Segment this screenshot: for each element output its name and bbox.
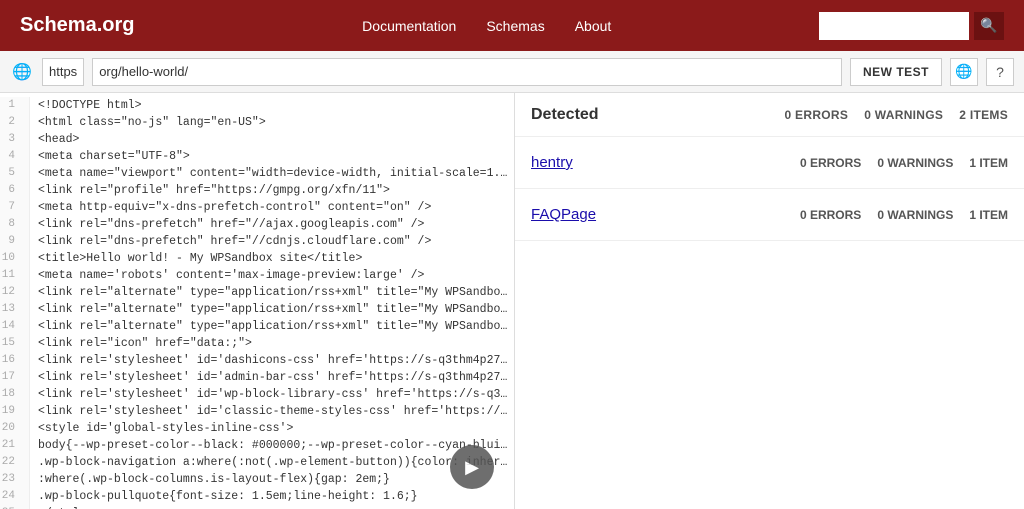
code-line: <style id='global-styles-inline-css'> <box>38 420 514 437</box>
total-items-stat: 2 ITEMS <box>959 108 1008 122</box>
code-line: <title>Hello world! - My WPSandbox site<… <box>38 250 514 267</box>
results-panel: Detected 0 ERRORS 0 WARNINGS 2 ITEMS hen… <box>515 93 1024 509</box>
code-line: <link rel="icon" href="data:;"> <box>38 335 514 352</box>
code-line: <!DOCTYPE html> <box>38 97 514 114</box>
code-line: <head> <box>38 131 514 148</box>
code-line: <meta charset="UTF-8"> <box>38 148 514 165</box>
code-line: .wp-block-pullquote{font-size: 1.5em;lin… <box>38 488 514 505</box>
code-line: </style> <box>38 505 514 509</box>
result-warnings: 0 WARNINGS <box>877 156 953 170</box>
site-logo[interactable]: Schema.org <box>20 14 134 37</box>
result-item-name[interactable]: hentry <box>531 154 784 171</box>
code-line: <link rel="alternate" type="application/… <box>38 318 514 335</box>
new-test-button[interactable]: NEW TEST <box>850 58 942 86</box>
url-bar: 🌐 https org/hello-world/ NEW TEST 🌐 ? <box>0 51 1024 93</box>
globe-icon: 🌐 <box>10 62 34 82</box>
result-errors: 0 ERRORS <box>800 156 861 170</box>
nav-about[interactable]: About <box>575 18 612 34</box>
code-line: <link rel='stylesheet' id='admin-bar-css… <box>38 369 514 386</box>
code-line: :where(.wp-block-columns.is-layout-flex)… <box>38 471 514 488</box>
result-warnings: 0 WARNINGS <box>877 208 953 222</box>
url-path-text: org/hello-world/ <box>99 64 188 79</box>
url-scheme[interactable]: https <box>42 58 84 86</box>
search-area: 🔍 <box>819 12 1004 40</box>
result-item-name[interactable]: FAQPage <box>531 206 784 223</box>
code-line: <meta http-equiv="x-dns-prefetch-control… <box>38 199 514 216</box>
code-line: <html class="no-js" lang="en-US"> <box>38 114 514 131</box>
nav-schemas[interactable]: Schemas <box>486 18 544 34</box>
result-errors: 0 ERRORS <box>800 208 861 222</box>
search-input[interactable] <box>819 12 969 40</box>
language-icon-button[interactable]: 🌐 <box>950 58 978 86</box>
search-button[interactable]: 🔍 <box>974 12 1004 40</box>
code-panel: 1 2 3 4 5 6 7 8 9 10 11 12 13 14 15 16 1… <box>0 93 515 509</box>
results-header: Detected 0 ERRORS 0 WARNINGS 2 ITEMS <box>515 93 1024 137</box>
help-icon-button[interactable]: ? <box>986 58 1014 86</box>
code-line: <link rel='stylesheet' id='dashicons-css… <box>38 352 514 369</box>
nav-documentation[interactable]: Documentation <box>362 18 456 34</box>
code-line: <link rel='stylesheet' id='wp-block-libr… <box>38 386 514 403</box>
result-item-faqpage[interactable]: FAQPage 0 ERRORS 0 WARNINGS 1 ITEM <box>515 189 1024 241</box>
play-button[interactable]: ▶ <box>450 445 494 489</box>
code-line: <link rel="alternate" type="application/… <box>38 301 514 318</box>
code-line: <link rel="profile" href="https://gmpg.o… <box>38 182 514 199</box>
code-line: <meta name='robots' content='max-image-p… <box>38 267 514 284</box>
line-numbers: 1 2 3 4 5 6 7 8 9 10 11 12 13 14 15 16 1… <box>0 97 30 509</box>
detected-label: Detected <box>531 106 768 124</box>
total-warnings-stat: 0 WARNINGS <box>864 108 943 122</box>
code-line: <link rel="alternate" type="application/… <box>38 284 514 301</box>
result-item-hentry[interactable]: hentry 0 ERRORS 0 WARNINGS 1 ITEM <box>515 137 1024 189</box>
main-content: 1 2 3 4 5 6 7 8 9 10 11 12 13 14 15 16 1… <box>0 93 1024 509</box>
code-line: <link rel="dns-prefetch" href="//cdnjs.c… <box>38 233 514 250</box>
code-line: .wp-block-navigation a:where(:not(.wp-el… <box>38 454 514 471</box>
code-content: <!DOCTYPE html> <html class="no-js" lang… <box>30 97 514 509</box>
code-line: <link rel="dns-prefetch" href="//ajax.go… <box>38 216 514 233</box>
top-navigation: Schema.org Documentation Schemas About 🔍 <box>0 0 1024 51</box>
code-line: <link rel='stylesheet' id='classic-theme… <box>38 403 514 420</box>
nav-links: Documentation Schemas About <box>184 18 789 34</box>
code-view: 1 2 3 4 5 6 7 8 9 10 11 12 13 14 15 16 1… <box>0 93 514 509</box>
result-items: 1 ITEM <box>969 156 1008 170</box>
url-path[interactable]: org/hello-world/ <box>92 58 842 86</box>
result-items: 1 ITEM <box>969 208 1008 222</box>
code-line: <meta name="viewport" content="width=dev… <box>38 165 514 182</box>
code-line: body{--wp-preset-color--black: #000000;-… <box>38 437 514 454</box>
total-errors-stat: 0 ERRORS <box>784 108 848 122</box>
